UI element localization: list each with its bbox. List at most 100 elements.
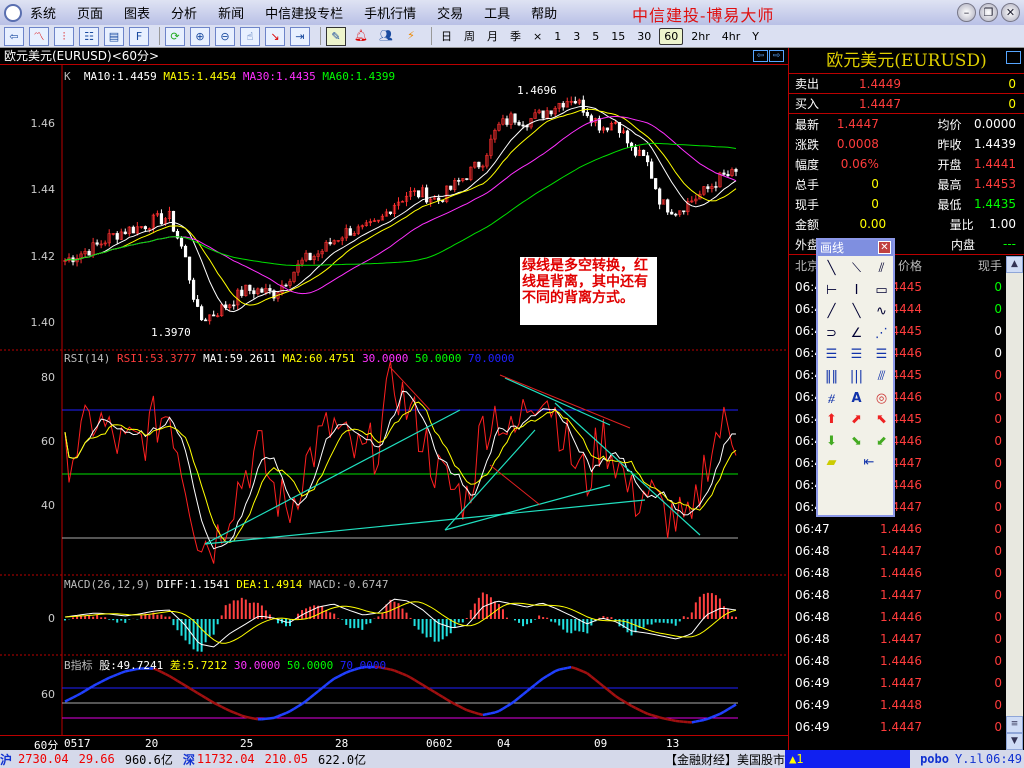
period-15[interactable]: 15 [607,29,629,44]
alert-badge[interactable]: ▲1 [785,750,911,768]
menu-news[interactable]: 新闻 [218,3,244,22]
scroll-right-icon[interactable]: ⇨ [769,50,784,62]
channel-icon[interactable]: ⧣ [819,388,844,410]
trend-line [554,402,701,536]
period-4hr[interactable]: 4hr [718,29,745,44]
tick-scrollbar[interactable]: ▲ ≡ ▼ [1006,256,1023,750]
menu-bar: 系统 页面 图表 分析 新闻 中信建投专栏 手机行情 交易 工具 帮助 中信建投… [0,0,1024,25]
menu-tools[interactable]: 工具 [484,3,510,22]
select-icon[interactable]: ☝ [240,26,260,46]
line-chart-icon[interactable]: 〽 [29,26,49,46]
news-ticker[interactable]: 【金融财经】美国股市 [665,751,785,768]
b-line-segment [394,669,399,674]
y-tick: 1.44 [30,183,56,196]
rectangle-icon[interactable]: ▭ [869,280,894,302]
restore-button[interactable]: ❐ [979,3,998,22]
period-month[interactable]: 月 [483,27,502,45]
period-day[interactable]: 日 [437,27,456,45]
circle-icon[interactable]: ◎ [869,388,894,410]
quote-list-icon[interactable]: ☷ [79,26,99,46]
app-logo-icon[interactable] [4,3,22,22]
zoom-out-icon[interactable]: ⊖ [215,26,235,46]
menu-trade[interactable]: 交易 [437,3,463,22]
text-icon[interactable]: A [844,388,869,410]
export-icon[interactable]: ↘ [265,26,285,46]
arrow-up-left-icon[interactable]: ⬉ [869,409,894,431]
menu-column[interactable]: 中信建投专栏 [265,3,343,22]
minimize-button[interactable]: – [957,3,976,22]
period-quarter[interactable]: 季 [506,27,525,45]
scroll-thumb[interactable]: ≡ [1006,716,1023,733]
candle-body [573,101,577,104]
vertical-line-icon[interactable]: Ι [844,280,869,302]
annotation-note[interactable]: 绿线是多空转换，红线是背离，其中还有不同的背离方式。 [520,257,657,325]
period-year[interactable]: Y [748,29,763,44]
fibonacci-icon[interactable]: ☰ [844,344,869,366]
fib-time-icon[interactable]: ||| [844,366,869,388]
low-label: 1.3970 [151,326,191,339]
clear-all-icon[interactable]: ⇤ [844,452,894,474]
parallel-line-icon[interactable]: ⫽ [869,258,894,280]
scroll-down-icon[interactable]: ▼ [1006,733,1023,750]
ray-icon[interactable]: ⟍ [844,258,869,280]
arc-icon[interactable]: ⊃ [819,323,844,345]
cycle-lines-icon[interactable]: ‖‖ [819,366,844,388]
period-week[interactable]: 周 [460,27,479,45]
menu-page[interactable]: 页面 [77,3,103,22]
b-line-segment [711,714,717,719]
close-button[interactable]: ✕ [1001,3,1020,22]
speed-lines-icon[interactable]: ⫻ [869,366,894,388]
b-line-segment [116,671,122,676]
menu-help[interactable]: 帮助 [531,3,557,22]
chart-canvas[interactable] [0,65,788,735]
menu-analysis[interactable]: 分析 [171,3,197,22]
toolbox-close-button[interactable]: ✕ [878,241,891,254]
draw-line-icon[interactable]: ✎ [326,26,346,46]
b-line-segment [402,672,407,677]
down-line-icon[interactable]: ╲ [844,301,869,323]
eraser-icon[interactable]: ▰ [819,452,844,474]
flash-icon[interactable]: ⚡︎ [401,27,421,46]
main-legend: K MA10:1.4459 MA15:1.4454 MA30:1.4435 MA… [64,70,396,83]
arrow-down-left-icon[interactable]: ⬋ [869,431,894,453]
candle-body [388,211,393,214]
kline-icon[interactable]: ⫶ [54,26,74,46]
angle-icon[interactable]: ∠ [844,323,869,345]
sine-wave-icon[interactable]: ∿ [869,301,894,323]
percent-lines-icon[interactable]: ☰ [869,344,894,366]
up-line-icon[interactable]: ╱ [819,301,844,323]
gann-icon[interactable]: ☰ [819,344,844,366]
arrow-up-icon[interactable]: ⬆ [819,409,844,431]
arrow-down-icon[interactable]: ⬇ [819,431,844,453]
menu-mobile[interactable]: 手机行情 [364,3,416,22]
fan-icon[interactable]: ⋰ [869,323,894,345]
back-icon[interactable]: ⇦ [4,26,24,46]
refresh-icon[interactable]: ⟳ [165,26,185,46]
b-line-segment [172,677,179,682]
menu-chart[interactable]: 图表 [124,3,150,22]
period-5[interactable]: 5 [588,29,603,44]
info-icon[interactable]: ▤ [104,26,124,46]
period-3[interactable]: 3 [569,29,584,44]
period-1[interactable]: 1 [550,29,565,44]
maximize-panel-icon[interactable] [1006,51,1021,64]
f10-icon[interactable]: F [129,26,149,46]
users-icon[interactable]: 👥︎ [376,27,396,46]
period-close[interactable]: × [529,29,546,44]
import-icon[interactable]: ⇥ [290,26,310,46]
zoom-in-icon[interactable]: ⊕ [190,26,210,46]
candle-body [171,210,176,232]
b-line-segment [233,711,239,716]
scroll-left-icon[interactable]: ⇦ [753,50,768,62]
arrow-down-right-icon[interactable]: ⬊ [844,431,869,453]
b-line-segment [719,710,725,716]
period-30[interactable]: 30 [633,29,655,44]
arrow-up-right-icon[interactable]: ⬈ [844,409,869,431]
period-60[interactable]: 60 [659,27,684,45]
horizontal-line-icon[interactable]: ⊢ [819,280,844,302]
period-2hr[interactable]: 2hr [687,29,714,44]
alarm-icon[interactable]: 🔔︎ [351,27,371,46]
line-segment-icon[interactable]: ╲ [819,258,844,280]
scroll-up-icon[interactable]: ▲ [1006,256,1023,273]
menu-system[interactable]: 系统 [30,3,56,22]
